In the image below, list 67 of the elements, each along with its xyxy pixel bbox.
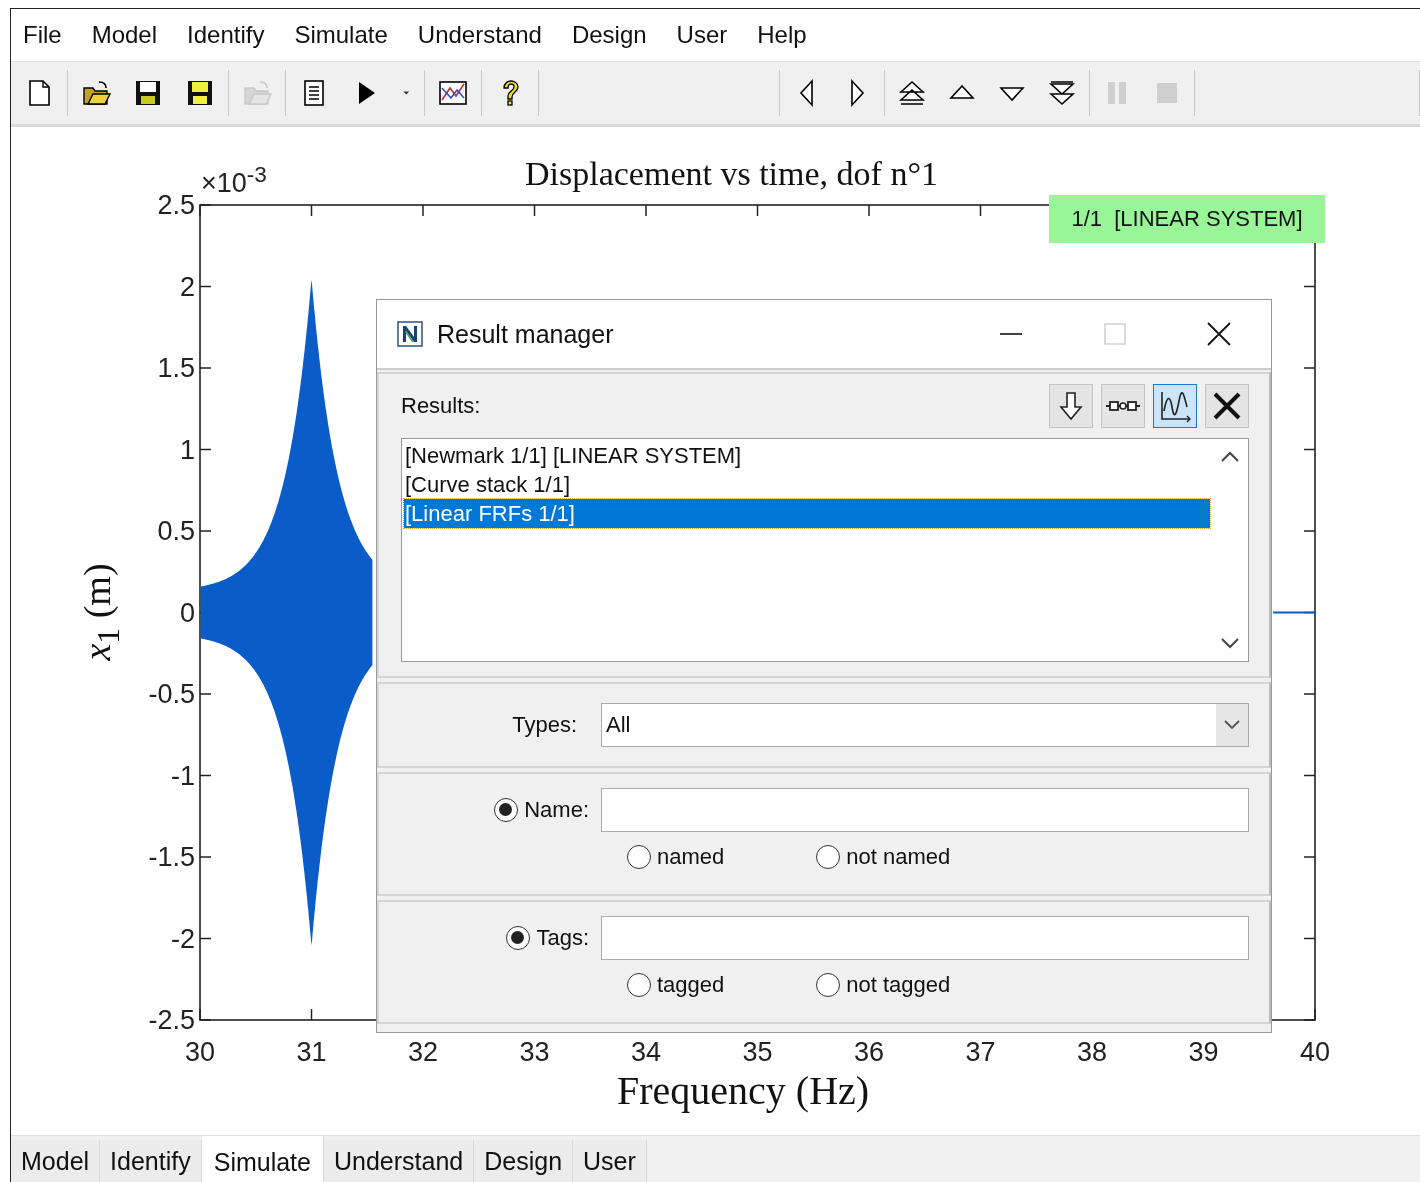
- x-tick-label: 31: [296, 1037, 327, 1068]
- radio-button[interactable]: [627, 973, 651, 997]
- option-label: not tagged: [846, 972, 951, 998]
- radio-button[interactable]: [494, 798, 519, 822]
- y-tick-label: -2: [171, 923, 195, 954]
- x-tick-label: 34: [631, 1037, 661, 1068]
- types-label: Types:: [511, 712, 577, 738]
- option-label: tagged: [657, 972, 725, 998]
- x-tick-label: 32: [408, 1037, 438, 1068]
- tab[interactable]: Simulate: [201, 1136, 324, 1182]
- results-label: Results:: [401, 393, 481, 419]
- menu-item[interactable]: Identify: [187, 21, 265, 49]
- menu-item[interactable]: Simulate: [294, 21, 388, 49]
- x-axis-label: Frequency (Hz): [617, 1067, 870, 1114]
- y-tick-label: 1: [179, 434, 195, 465]
- chevron-down-icon: [1222, 719, 1242, 731]
- filter-label: Tags:: [536, 925, 589, 951]
- app-icon: [397, 321, 423, 347]
- radio-button[interactable]: [816, 845, 841, 869]
- x-tick-label: 37: [965, 1037, 996, 1068]
- y-tick-label: -0.5: [148, 678, 195, 710]
- tab[interactable]: User: [573, 1140, 647, 1182]
- tab[interactable]: Design: [474, 1140, 574, 1182]
- result-item[interactable]: [Newmark 1/1] [LINEAR SYSTEM]: [404, 441, 1210, 470]
- x-tick-label: 39: [1188, 1037, 1219, 1068]
- y-tick-label: -1: [171, 760, 195, 791]
- y-tick-label: 0: [179, 597, 195, 628]
- tab[interactable]: Identify: [100, 1140, 202, 1182]
- dialog-title: Result manager: [437, 319, 614, 349]
- menu-item[interactable]: Understand: [417, 21, 542, 49]
- menu-item[interactable]: Model: [91, 21, 158, 49]
- axis-exponent: ×10$^{-3}$: [201, 162, 267, 199]
- result-item[interactable]: [Linear FRFs 1/1]: [404, 499, 1210, 528]
- x-tick-label: 36: [854, 1037, 884, 1068]
- result-item[interactable]: [Curve stack 1/1]: [404, 470, 1210, 499]
- y-tick-label: -1.5: [148, 841, 195, 873]
- filter-label: Name:: [524, 797, 589, 823]
- menu-item[interactable]: Design: [571, 21, 647, 49]
- radio-button[interactable]: [627, 845, 651, 869]
- filter-field[interactable]: [601, 916, 1249, 960]
- menu-item[interactable]: File: [23, 21, 62, 49]
- x-tick-label: 33: [519, 1037, 550, 1068]
- y-tick-label: 2.5: [157, 189, 195, 221]
- menu-item[interactable]: Help: [757, 21, 807, 49]
- types-dropdown[interactable]: All: [601, 703, 1249, 747]
- menu-item[interactable]: User: [676, 21, 728, 49]
- y-tick-label: -2.5: [148, 1004, 195, 1036]
- x-tick-label: 35: [742, 1037, 773, 1068]
- x-tick-label: 30: [185, 1037, 215, 1068]
- y-tick-label: 0.5: [157, 515, 195, 547]
- x-tick-label: 38: [1077, 1037, 1107, 1068]
- x-tick-label: 40: [1300, 1037, 1330, 1068]
- delete-icon[interactable]: [1205, 384, 1249, 428]
- tab[interactable]: Model: [11, 1140, 101, 1182]
- option-label: not named: [846, 844, 951, 870]
- scroll-down-icon[interactable]: [1219, 635, 1241, 651]
- plot-title: Displacement vs time, dof n°1: [525, 155, 938, 193]
- y-tick-label: 1.5: [157, 352, 195, 384]
- radio-button[interactable]: [506, 926, 531, 950]
- radio-button[interactable]: [816, 973, 841, 997]
- tab[interactable]: Understand: [323, 1140, 475, 1182]
- link-icon[interactable]: [1101, 384, 1145, 428]
- y-tick-label: 2: [179, 271, 195, 302]
- system-badge: 1/1 [LINEAR SYSTEM]: [1049, 195, 1325, 243]
- option-label: named: [657, 844, 725, 870]
- filter-field[interactable]: [601, 788, 1249, 832]
- curve-icon[interactable]: [1153, 384, 1197, 428]
